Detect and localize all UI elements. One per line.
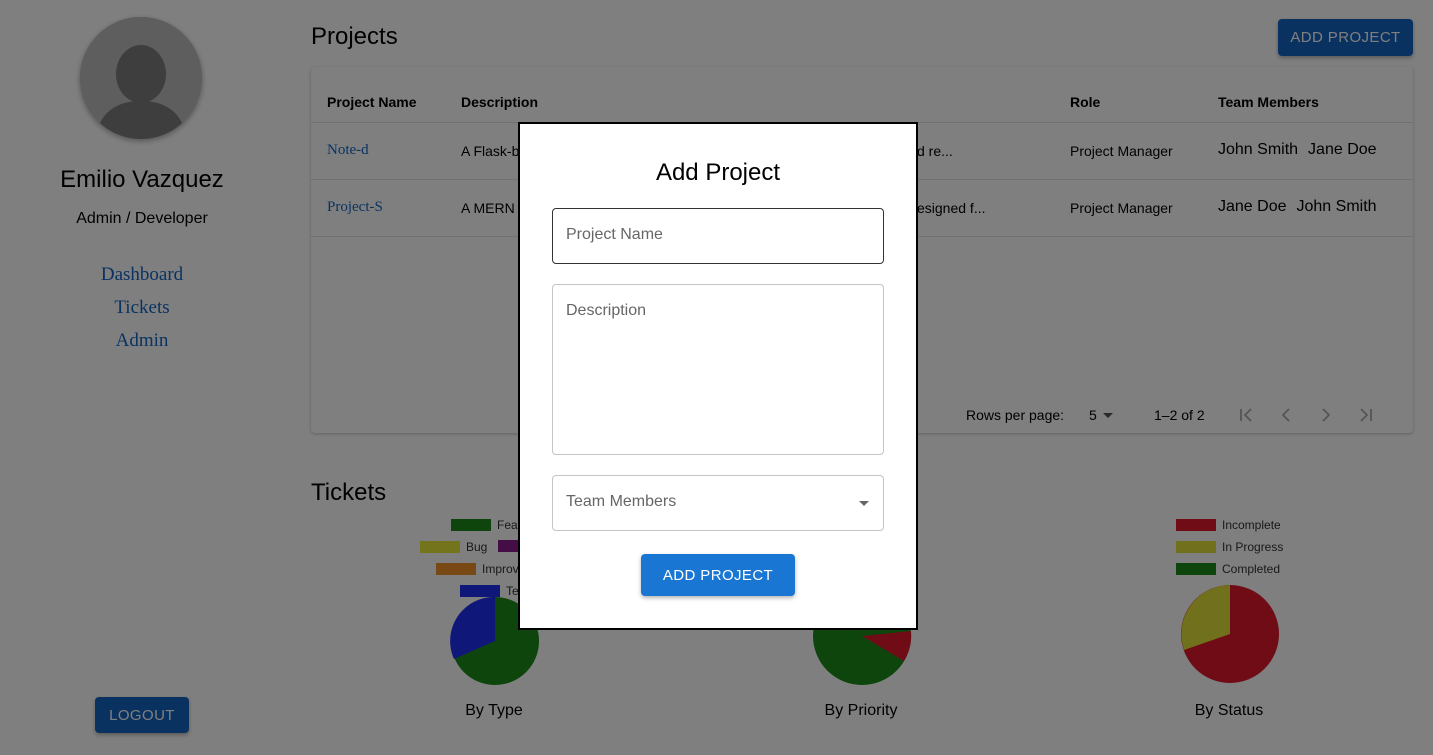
dialog-title: Add Project: [655, 159, 781, 186]
team-members-select[interactable]: Team Members: [552, 475, 884, 531]
submit-add-project-button[interactable]: ADD PROJECT: [641, 554, 795, 596]
project-name-field[interactable]: Project Name: [552, 208, 884, 264]
description-field[interactable]: Description: [552, 284, 884, 455]
add-project-dialog: Add Project Project Name Description Tea…: [518, 122, 918, 630]
description-placeholder: Description: [566, 302, 647, 319]
project-name-placeholder: Project Name: [566, 226, 663, 243]
caret-down-icon: [859, 501, 869, 506]
team-members-placeholder: Team Members: [566, 493, 677, 510]
